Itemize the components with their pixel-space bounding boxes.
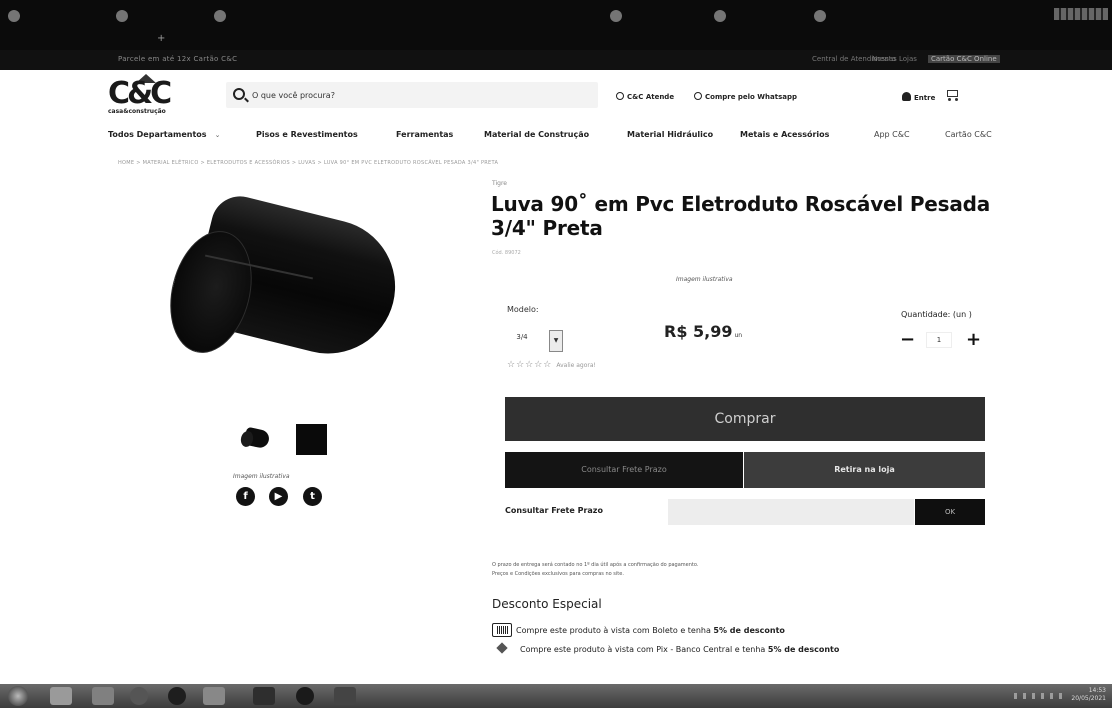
youtube-icon[interactable]: ▶ <box>269 487 288 506</box>
quantity-decrease-button[interactable]: − <box>900 330 915 350</box>
whatsapp-link[interactable]: Compre pelo Whatsapp <box>694 92 797 101</box>
quantity-label: Quantidade: (un ) <box>901 310 972 319</box>
conditions-note: Preços e Condições exclusivos para compr… <box>492 571 624 577</box>
taskbar-browser-icon[interactable] <box>168 687 186 705</box>
model-label: Modelo: <box>507 305 539 314</box>
taskbar-clock[interactable]: 14:53 20/05/2021 <box>1071 687 1106 703</box>
taskbar-app-icon[interactable] <box>50 687 72 705</box>
star-icons[interactable]: ☆☆☆☆☆ <box>507 360 552 370</box>
search-input[interactable] <box>252 86 582 104</box>
product-title: Luva 90˚ em Pvc Eletroduto Roscável Pesa… <box>491 192 991 240</box>
cep-input[interactable] <box>668 499 914 525</box>
login-link[interactable]: Entre <box>902 92 935 102</box>
nav-item-material-hidraulico[interactable]: Material Hidráulico <box>627 130 713 139</box>
taskbar-media-icon[interactable] <box>130 687 148 705</box>
promo-text: Parcele em até 12x Cartão C&C <box>118 55 238 63</box>
discount-boleto-bold: 5% de desconto <box>713 626 785 635</box>
top-utility-bar: Parcele em até 12x Cartão C&C Central de… <box>0 50 1112 70</box>
freight-label: Consultar Frete Prazo <box>505 506 603 515</box>
logo-tagline: casa&construção <box>108 108 166 115</box>
product-sku: Cód. 89072 <box>492 250 521 256</box>
quantity-input[interactable] <box>926 332 952 348</box>
facebook-icon[interactable]: f <box>236 487 255 506</box>
nav-item-ferramentas[interactable]: Ferramentas <box>396 130 453 139</box>
tab-favicon[interactable] <box>814 10 826 22</box>
tab-favicon[interactable] <box>610 10 622 22</box>
quantity-increase-button[interactable]: + <box>966 330 981 350</box>
price-unit: un <box>734 332 743 339</box>
tab-favicon[interactable] <box>214 10 226 22</box>
buy-button[interactable]: Comprar <box>505 397 985 441</box>
model-select[interactable]: 3/4 ▼ <box>507 330 563 352</box>
rating-stars[interactable]: ☆☆☆☆☆ Avalie agora! <box>507 360 596 370</box>
discount-title: Desconto Especial <box>492 597 602 611</box>
window-controls[interactable] <box>1054 8 1108 20</box>
product-brand[interactable]: Tigre <box>492 180 507 187</box>
discount-boleto: Compre este produto à vista com Boleto e… <box>492 623 785 637</box>
login-label: Entre <box>914 94 936 102</box>
tab-favicon[interactable] <box>8 10 20 22</box>
browser-tab-strip: + <box>0 0 1112 50</box>
pix-icon <box>496 642 508 654</box>
toplink-cartao[interactable]: Cartão C&C Online <box>928 55 1000 63</box>
barcode-icon <box>492 623 512 637</box>
category-nav: Todos Departamentos ⌄ Pisos e Revestiment… <box>0 126 1112 146</box>
taskbar-app-icon[interactable] <box>203 687 225 705</box>
whatsapp-label: Compre pelo Whatsapp <box>705 93 797 101</box>
atende-link[interactable]: C&C Atende <box>616 92 674 101</box>
taskbar-word-icon[interactable] <box>253 687 275 705</box>
taskbar-chrome-icon[interactable] <box>296 687 314 705</box>
nav-item-cartao[interactable]: Cartão C&C <box>945 130 992 139</box>
os-taskbar: 14:53 20/05/2021 <box>0 684 1112 708</box>
clock-date: 20/05/2021 <box>1071 695 1106 702</box>
clock-time: 14:53 <box>1088 687 1106 694</box>
taskbar-folder-icon[interactable] <box>92 687 114 705</box>
tab-favicon[interactable] <box>714 10 726 22</box>
review-link[interactable]: Avalie agora! <box>556 362 596 369</box>
product-price: R$ 5,99 un <box>664 322 743 341</box>
discount-pix-bold: 5% de desconto <box>767 645 840 654</box>
twitter-icon[interactable]: t <box>303 487 322 506</box>
nav-item-app[interactable]: App C&C <box>874 130 910 139</box>
freight-tab-button[interactable]: Consultar Frete Prazo <box>505 452 743 488</box>
model-value: 3/4 <box>516 333 528 341</box>
logo-text: C&C <box>108 76 172 111</box>
product-main-image[interactable] <box>158 190 424 370</box>
image-caption: Imagem ilustrativa <box>233 473 290 480</box>
taskbar-app-icon[interactable] <box>334 687 356 705</box>
search-bar <box>226 82 598 108</box>
start-button[interactable] <box>8 686 28 706</box>
breadcrumb[interactable]: HOME > MATERIAL ELÉTRICO > ELETRODUTOS E… <box>118 160 498 166</box>
discount-pix: Compre este produto à vista com Pix - Ba… <box>492 642 840 654</box>
product-thumbnail-1[interactable] <box>239 426 271 450</box>
nav-item-material-construcao[interactable]: Material de Construção <box>484 130 589 139</box>
freight-ok-button[interactable]: OK <box>915 499 985 525</box>
atende-label: C&C Atende <box>627 93 675 101</box>
pickup-tab-button[interactable]: Retira na loja <box>744 452 985 488</box>
site-logo[interactable]: C&C casa&construção <box>108 74 184 118</box>
whatsapp-icon <box>694 92 702 100</box>
delivery-note: O prazo de entrega será contado no 1º di… <box>492 562 699 568</box>
chevron-down-icon: ⌄ <box>214 131 221 139</box>
user-icon <box>902 92 911 101</box>
headset-icon <box>616 92 624 100</box>
nav-item-pisos[interactable]: Pisos e Revestimentos <box>256 130 358 139</box>
toplink-lojas[interactable]: Nossas Lojas <box>872 55 917 63</box>
image-caption-right: Imagem ilustrativa <box>676 276 733 283</box>
dropdown-arrow-icon[interactable]: ▼ <box>549 330 563 352</box>
search-icon[interactable] <box>233 88 245 100</box>
tab-favicon[interactable] <box>116 10 128 22</box>
product-thumbnail-2[interactable] <box>296 424 327 455</box>
cart-icon[interactable] <box>944 88 960 102</box>
new-tab-icon[interactable]: + <box>157 33 165 44</box>
nav-all-departments[interactable]: Todos Departamentos ⌄ <box>108 130 220 139</box>
nav-item-metais[interactable]: Metais e Acessórios <box>740 130 829 139</box>
system-tray-icons[interactable] <box>1014 693 1064 699</box>
